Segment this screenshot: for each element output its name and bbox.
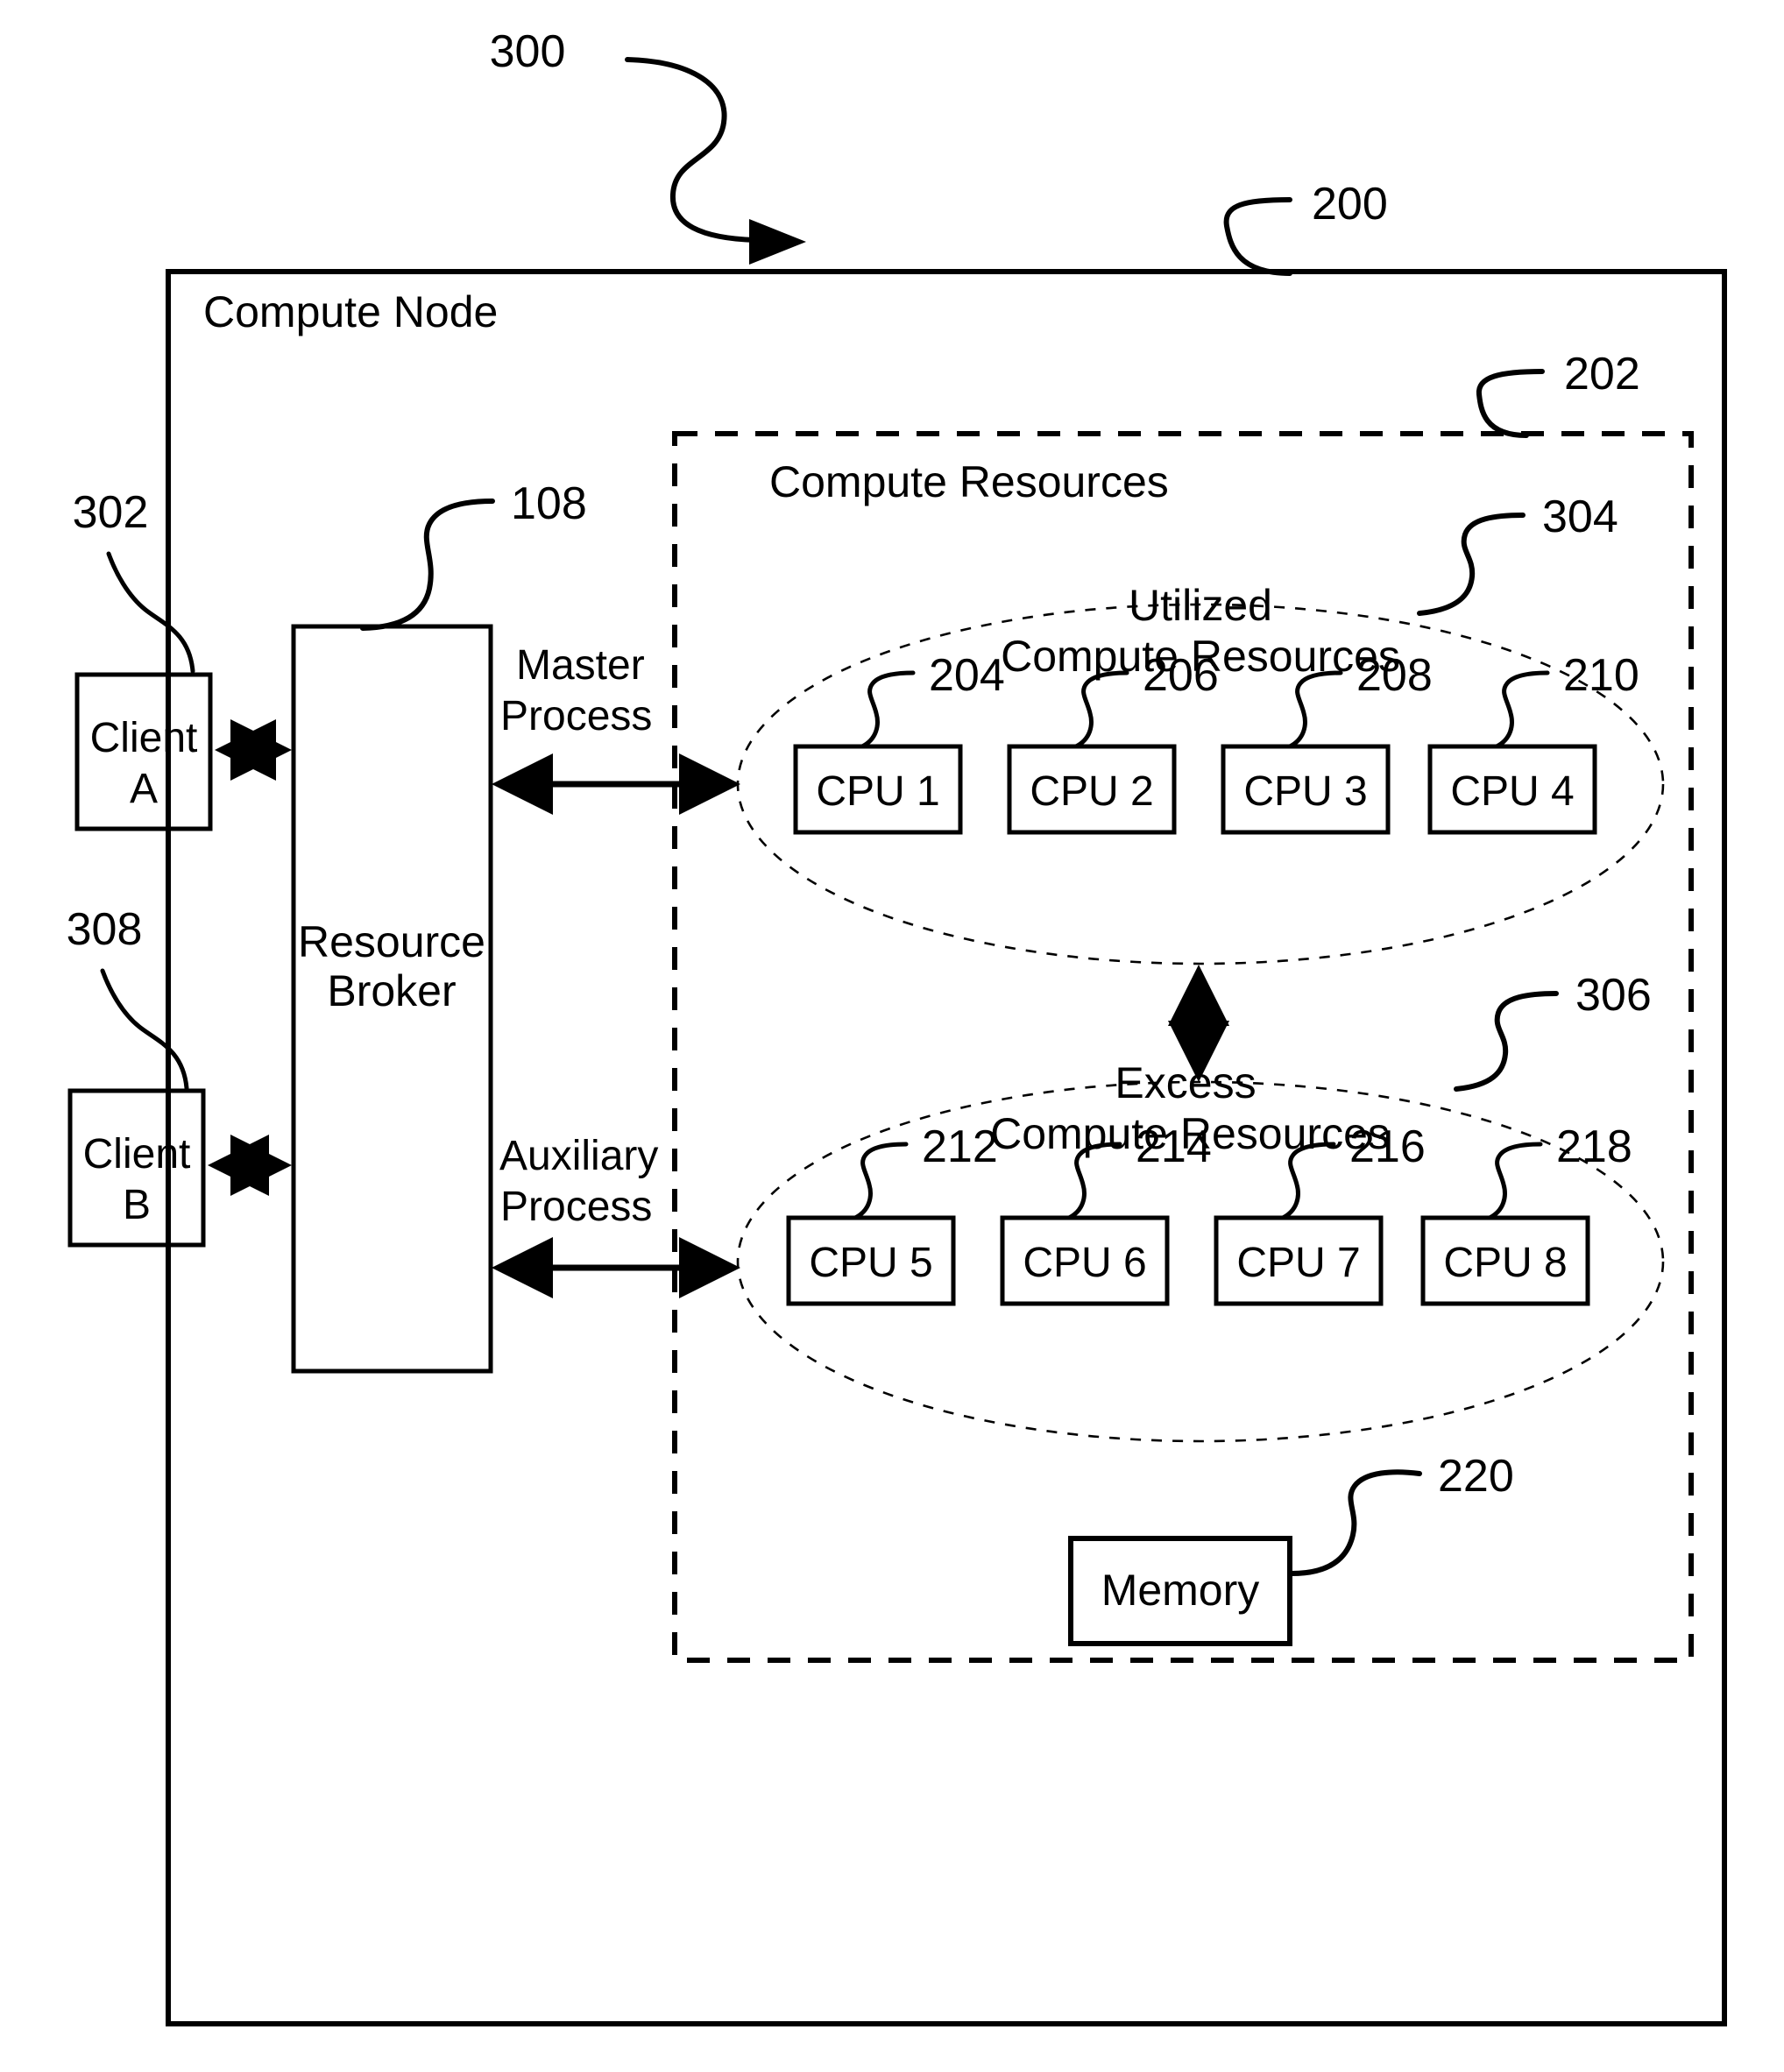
utilized-resources-title-line1: Utilized — [1129, 581, 1272, 630]
figure-canvas: 300 Compute Node 200 Compute Resources 2… — [0, 0, 1784, 2072]
client-a-ref-label: 302 — [73, 487, 149, 538]
compute-node-ref-label: 200 — [1312, 179, 1388, 230]
cpu-2-label: CPU 2 — [1030, 768, 1153, 815]
utilized-resources-ref-label: 304 — [1542, 491, 1618, 542]
cpu-4-label: CPU 4 — [1450, 768, 1574, 815]
cpu-8-ref-label: 218 — [1556, 1121, 1632, 1172]
resource-broker-label-line1: Resource — [298, 917, 485, 966]
cpu-4-ref-leader — [1494, 670, 1550, 749]
excess-resources-ref-leader — [1454, 991, 1559, 1092]
utilized-resources-ref-leader — [1417, 513, 1526, 616]
cpu-1-ref-label: 204 — [929, 650, 1005, 701]
excess-resources-title-line1: Excess — [1115, 1058, 1256, 1107]
cpu-3-ref-leader — [1287, 670, 1343, 749]
cpu-3-ref-label: 208 — [1356, 650, 1433, 701]
cpu-1-ref-leader — [860, 670, 916, 749]
cpu-5-label: CPU 5 — [809, 1240, 932, 1286]
cpu-3-label: CPU 3 — [1243, 768, 1367, 815]
client-a-label-line1: Client — [90, 715, 198, 761]
client-a-label-line2: A — [130, 766, 158, 812]
cpu-6-label: CPU 6 — [1023, 1240, 1146, 1286]
compute-resources-ref-label: 202 — [1564, 349, 1640, 400]
cpu-7-label: CPU 7 — [1236, 1240, 1360, 1286]
client-b-label-line1: Client — [83, 1131, 191, 1177]
master-process-label-line2: Process — [500, 693, 652, 739]
master-process-label-line1: Master — [516, 642, 645, 689]
cpu-4-ref-label: 210 — [1563, 650, 1639, 701]
compute-node-ref-leader — [1223, 197, 1292, 276]
compute-node-title: Compute Node — [203, 287, 498, 336]
cpu-6-ref-label: 214 — [1136, 1121, 1212, 1172]
compute-resources-ref-leader — [1476, 369, 1545, 438]
cpu-7-ref-label: 216 — [1349, 1121, 1426, 1172]
excess-resources-ref-label: 306 — [1575, 970, 1652, 1021]
memory-label: Memory — [1101, 1566, 1260, 1615]
cpu-8-ref-leader — [1487, 1142, 1543, 1220]
memory-ref-leader — [1289, 1469, 1422, 1576]
cpu-5-ref-leader — [853, 1142, 909, 1220]
client-a-ref-leader — [106, 551, 195, 674]
client-b-ref-label: 308 — [67, 904, 143, 955]
figure-ref-300-leader — [625, 57, 806, 265]
figure-ref-300-label: 300 — [490, 26, 566, 77]
cpu-1-label: CPU 1 — [816, 768, 939, 815]
auxiliary-process-label-line1: Auxiliary — [499, 1133, 658, 1179]
client-b-ref-leader — [100, 968, 189, 1091]
cpu-5-ref-label: 212 — [922, 1121, 998, 1172]
resource-broker-label-line2: Broker — [327, 966, 456, 1015]
auxiliary-process-label-line2: Process — [500, 1184, 652, 1230]
cpu-2-ref-leader — [1073, 670, 1129, 749]
cpu-8-label: CPU 8 — [1443, 1240, 1567, 1286]
memory-ref-label: 220 — [1438, 1451, 1514, 1502]
cpu-2-ref-label: 206 — [1143, 650, 1219, 701]
client-b-label-line2: B — [123, 1182, 151, 1228]
resource-broker-ref-leader — [360, 499, 495, 631]
resource-broker-ref-label: 108 — [511, 478, 587, 529]
compute-resources-title: Compute Resources — [769, 457, 1169, 506]
